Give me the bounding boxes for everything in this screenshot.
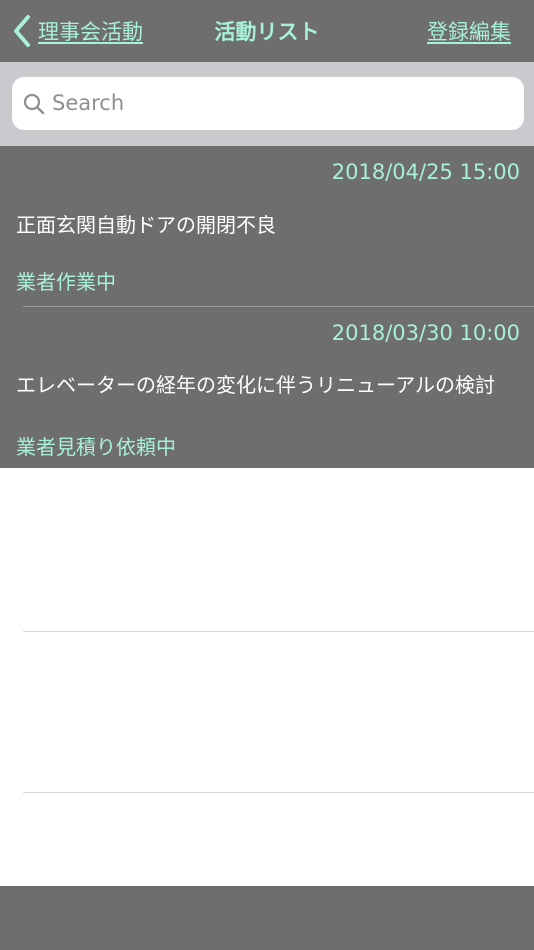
bottom-toolbar	[0, 886, 534, 950]
row-separator	[23, 631, 534, 632]
activity-datetime: 2018/03/30 10:00	[331, 321, 520, 345]
search-field[interactable]	[12, 77, 524, 130]
activity-status: 業者見積り依頼中	[16, 435, 176, 459]
row-separator	[23, 792, 534, 793]
activity-status: 業者作業中	[16, 270, 116, 294]
navigation-bar: 理事会活動 活動リスト 登録編集	[0, 0, 534, 62]
search-icon	[23, 93, 45, 115]
activity-list: 2018/04/25 15:00 正面玄関自動ドアの開閉不良 業者作業中 201…	[0, 146, 534, 886]
activity-title: エレベーターの経年の変化に伴うリニューアルの検討	[16, 373, 495, 397]
search-bar-container	[0, 62, 534, 146]
activity-title: 正面玄関自動ドアの開閉不良	[16, 213, 276, 237]
activity-datetime: 2018/04/25 15:00	[331, 160, 520, 184]
search-input[interactable]	[52, 83, 512, 123]
activity-row[interactable]: 2018/04/25 15:00 正面玄関自動ドアの開閉不良 業者作業中	[0, 146, 534, 307]
activity-row[interactable]: 2018/03/30 10:00 エレベーターの経年の変化に伴うリニューアルの検…	[0, 307, 534, 468]
edit-registration-button[interactable]: 登録編集	[427, 16, 511, 46]
